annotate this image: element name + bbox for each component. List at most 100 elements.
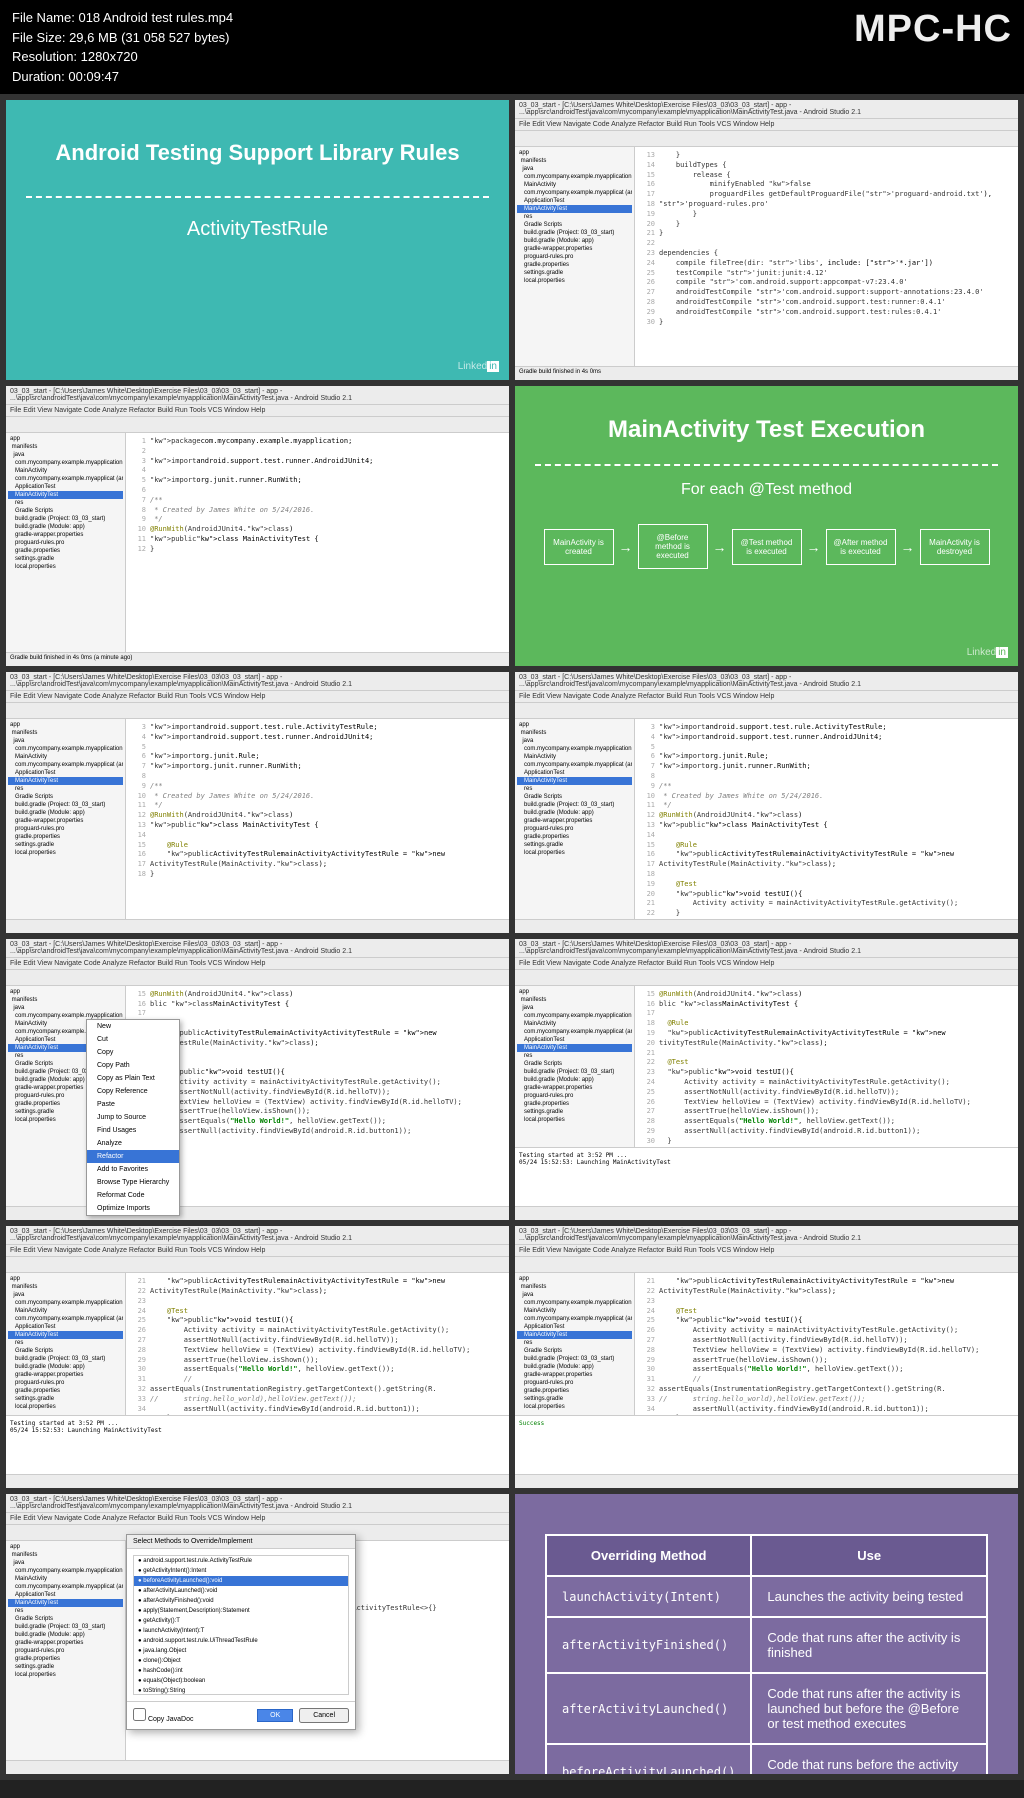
project-tree[interactable]: app manifests java com.mycompany.example… bbox=[6, 1541, 126, 1761]
tree-item[interactable]: local.properties bbox=[8, 1403, 123, 1411]
cancel-button[interactable]: Cancel bbox=[299, 1708, 349, 1723]
context-item[interactable]: New bbox=[87, 1020, 179, 1033]
tree-item[interactable]: com.mycompany.example.myapplication bbox=[517, 173, 632, 181]
dialog-item[interactable]: ● equals(Object):boolean bbox=[134, 1676, 348, 1686]
tree-item[interactable]: res bbox=[517, 785, 632, 793]
editor-java3[interactable]: 3"kw">import android.support.test.rule.A… bbox=[635, 719, 1018, 920]
tree-item[interactable]: res bbox=[8, 785, 123, 793]
tree-item[interactable]: gradle.properties bbox=[8, 547, 123, 555]
tree-item[interactable]: res bbox=[517, 213, 632, 221]
tree-item[interactable]: MainActivityTest bbox=[8, 777, 123, 785]
tree-item[interactable]: gradle-wrapper.properties bbox=[8, 531, 123, 539]
tree-item[interactable]: com.mycompany.example.myapplication bbox=[8, 1567, 123, 1575]
tree-item[interactable]: gradle.properties bbox=[8, 1387, 123, 1395]
tree-item[interactable]: Gradle Scripts bbox=[8, 507, 123, 515]
tree-item[interactable]: com.mycompany.example.myapplicat (androi… bbox=[517, 189, 632, 197]
editor-java5[interactable]: 21 "kw">public ActivityTestRule mainActi… bbox=[126, 1273, 509, 1415]
context-item[interactable]: Find Usages bbox=[87, 1124, 179, 1137]
tree-item[interactable]: manifests bbox=[517, 996, 632, 1004]
context-item[interactable]: Refactor bbox=[87, 1150, 179, 1163]
tree-item[interactable]: local.properties bbox=[517, 849, 632, 857]
tree-item[interactable]: app bbox=[517, 1275, 632, 1283]
tree-item[interactable]: gradle-wrapper.properties bbox=[8, 1371, 123, 1379]
ide-menu[interactable]: File Edit View Navigate Code Analyze Ref… bbox=[515, 119, 1018, 131]
tree-item[interactable]: manifests bbox=[8, 729, 123, 737]
tree-item[interactable]: java bbox=[8, 451, 123, 459]
tree-item[interactable]: res bbox=[517, 1052, 632, 1060]
tree-item[interactable]: res bbox=[8, 499, 123, 507]
tree-item[interactable]: build.gradle (Module: app) bbox=[517, 1363, 632, 1371]
tree-item[interactable]: app bbox=[517, 988, 632, 996]
tree-item[interactable]: com.mycompany.example.myapplication bbox=[517, 1299, 632, 1307]
tree-item[interactable]: local.properties bbox=[517, 1116, 632, 1124]
tree-item[interactable]: ApplicationTest bbox=[8, 483, 123, 491]
tree-item[interactable]: app bbox=[8, 1275, 123, 1283]
tree-item[interactable]: settings.gradle bbox=[8, 555, 123, 563]
context-item[interactable]: Jump to Source bbox=[87, 1111, 179, 1124]
tree-item[interactable]: ApplicationTest bbox=[517, 769, 632, 777]
tree-item[interactable]: com.mycompany.example.myapplication bbox=[8, 459, 123, 467]
tree-item[interactable]: com.mycompany.example.myapplication bbox=[8, 1299, 123, 1307]
tree-item[interactable]: proguard-rules.pro bbox=[8, 1647, 123, 1655]
tree-item[interactable]: proguard-rules.pro bbox=[8, 825, 123, 833]
project-tree[interactable]: app manifests java com.mycompany.example… bbox=[515, 1273, 635, 1415]
tree-item[interactable]: gradle.properties bbox=[8, 833, 123, 841]
tree-item[interactable]: com.mycompany.example.myapplication bbox=[517, 1012, 632, 1020]
tree-item[interactable]: proguard-rules.pro bbox=[517, 1379, 632, 1387]
tree-item[interactable]: Gradle Scripts bbox=[8, 793, 123, 801]
tree-item[interactable]: app bbox=[517, 721, 632, 729]
ide-menu[interactable]: File Edit View Navigate Code Analyze Ref… bbox=[6, 405, 509, 417]
tree-item[interactable]: gradle-wrapper.properties bbox=[517, 817, 632, 825]
tree-item[interactable]: MainActivity bbox=[517, 753, 632, 761]
tree-item[interactable]: com.mycompany.example.myapplicat (androi… bbox=[8, 761, 123, 769]
tree-item[interactable]: gradle.properties bbox=[517, 1100, 632, 1108]
tree-item[interactable]: ApplicationTest bbox=[517, 1323, 632, 1331]
dialog-item[interactable]: ● getActivity():T bbox=[134, 1616, 348, 1626]
tree-item[interactable]: build.gradle (Project: 03_03_start) bbox=[8, 801, 123, 809]
tree-item[interactable]: MainActivity bbox=[517, 1307, 632, 1315]
ok-button[interactable]: OK bbox=[257, 1709, 293, 1722]
editor-java2[interactable]: 3"kw">import android.support.test.rule.A… bbox=[126, 719, 509, 920]
project-tree[interactable]: app manifests java com.mycompany.example… bbox=[6, 1273, 126, 1415]
dialog-item[interactable]: ● android.support.test.rule.UiThreadTest… bbox=[134, 1636, 348, 1646]
tree-item[interactable]: ApplicationTest bbox=[8, 1591, 123, 1599]
tree-item[interactable]: build.gradle (Module: app) bbox=[8, 523, 123, 531]
tree-item[interactable]: build.gradle (Project: 03_03_start) bbox=[517, 801, 632, 809]
tree-item[interactable]: Gradle Scripts bbox=[517, 793, 632, 801]
tree-item[interactable]: com.mycompany.example.myapplicat (androi… bbox=[517, 1028, 632, 1036]
tree-item[interactable]: build.gradle (Module: app) bbox=[8, 1631, 123, 1639]
tree-item[interactable]: MainActivity bbox=[517, 181, 632, 189]
tree-item[interactable]: Gradle Scripts bbox=[8, 1347, 123, 1355]
tree-item[interactable]: app bbox=[8, 1543, 123, 1551]
tree-item[interactable]: com.mycompany.example.myapplication bbox=[8, 745, 123, 753]
tree-item[interactable]: gradle-wrapper.properties bbox=[517, 1371, 632, 1379]
tree-item[interactable]: settings.gradle bbox=[517, 269, 632, 277]
context-item[interactable]: Copy as Plain Text bbox=[87, 1072, 179, 1085]
tree-item[interactable]: gradle.properties bbox=[517, 261, 632, 269]
ide-menu[interactable]: File Edit View Navigate Code Analyze Ref… bbox=[6, 1245, 509, 1257]
editor-gradle[interactable]: 13 }14 buildTypes {15 release {16 minify… bbox=[635, 147, 1018, 367]
ide-toolbar[interactable] bbox=[515, 131, 1018, 147]
ide-menu[interactable]: File Edit View Navigate Code Analyze Ref… bbox=[515, 958, 1018, 970]
tree-item[interactable]: com.mycompany.example.myapplicat (androi… bbox=[8, 1583, 123, 1591]
dialog-item[interactable]: ● hashCode():int bbox=[134, 1666, 348, 1676]
tree-item[interactable]: gradle-wrapper.properties bbox=[517, 1084, 632, 1092]
tree-item[interactable]: com.mycompany.example.myapplicat (androi… bbox=[8, 1315, 123, 1323]
context-item[interactable]: Paste bbox=[87, 1098, 179, 1111]
ide-toolbar[interactable] bbox=[6, 1257, 509, 1273]
dialog-item[interactable]: ● launchActivity(Intent):T bbox=[134, 1626, 348, 1636]
tree-item[interactable]: gradle.properties bbox=[8, 1655, 123, 1663]
tree-item[interactable]: java bbox=[8, 1559, 123, 1567]
tree-item[interactable]: java bbox=[8, 1291, 123, 1299]
tree-item[interactable]: app bbox=[517, 149, 632, 157]
tree-item[interactable]: proguard-rules.pro bbox=[8, 1379, 123, 1387]
ide-toolbar[interactable] bbox=[515, 703, 1018, 719]
context-item[interactable]: Copy Reference bbox=[87, 1085, 179, 1098]
tree-item[interactable]: java bbox=[517, 165, 632, 173]
tree-item[interactable]: res bbox=[8, 1607, 123, 1615]
dialog-item[interactable]: ● afterActivityFinished():void bbox=[134, 1596, 348, 1606]
tree-item[interactable]: ApplicationTest bbox=[8, 769, 123, 777]
tree-item[interactable]: proguard-rules.pro bbox=[8, 539, 123, 547]
tree-item[interactable]: build.gradle (Module: app) bbox=[8, 1363, 123, 1371]
ide-menu[interactable]: File Edit View Navigate Code Analyze Ref… bbox=[6, 691, 509, 703]
